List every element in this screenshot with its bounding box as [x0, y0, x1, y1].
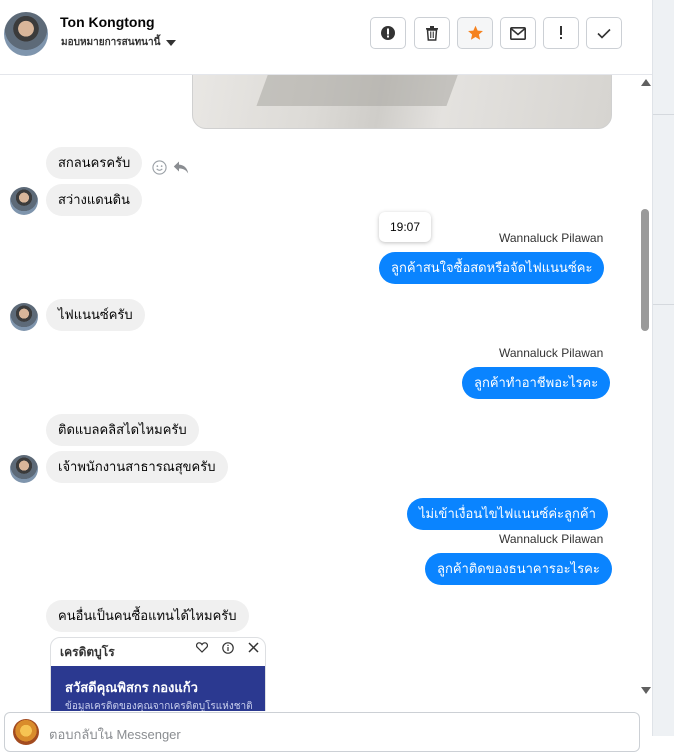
outgoing-message[interactable]: ไม่เข้าเงื่อนไขไฟแนนซ์ค่ะลูกค้า — [407, 498, 608, 530]
assign-conversation-dropdown[interactable]: มอบหมายการสนทนานี้ — [61, 35, 177, 50]
shared-photo[interactable] — [192, 75, 612, 129]
thread-scrollbar[interactable] — [638, 75, 652, 711]
outgoing-message[interactable]: ลูกค้าติดของธนาคารอะไรคะ — [425, 553, 612, 585]
smiley-icon[interactable] — [152, 160, 167, 175]
heart-icon[interactable] — [196, 642, 208, 653]
sender-name: Wannaluck Pilawan — [499, 346, 604, 360]
message-thread[interactable]: สกลนครครับ สว่างแดนดิน 19:07 Wannaluck P… — [0, 75, 652, 711]
card-banner-subtitle: ข้อมูลเครดิตของคุณจากเครดิตบูโรแห่งชาติ — [65, 701, 253, 711]
shared-link-card[interactable]: เครดิตบูโร สวัสดีคุณพิสกร กองแก้ว ข้อมูล… — [50, 637, 266, 711]
incoming-message[interactable]: เจ้าพนักงานสาธารณสุขครับ — [46, 451, 228, 483]
side-panel-edge — [652, 0, 674, 736]
incoming-message[interactable]: ติดแบลคลิสไดไหมครับ — [46, 414, 199, 446]
reply-input[interactable] — [47, 721, 611, 747]
incoming-message[interactable]: สว่างแดนดิน — [46, 184, 142, 216]
assign-conversation-label: มอบหมายการสนทนานี้ — [61, 37, 161, 48]
mail-icon — [510, 26, 526, 40]
scroll-up-arrow-icon[interactable] — [641, 79, 651, 86]
trash-icon — [426, 26, 438, 41]
close-icon[interactable] — [248, 642, 259, 653]
incoming-message[interactable]: คนอื่นเป็นคนซื้อแทนได้ไหมครับ — [46, 600, 249, 632]
message-composer — [4, 712, 640, 752]
exclamation-icon — [560, 26, 562, 39]
star-button[interactable] — [457, 17, 493, 49]
contact-avatar-small[interactable] — [10, 303, 38, 331]
star-icon — [467, 25, 483, 40]
conversation-header: Ton Kongtong มอบหมายการสนทนานี้ — [0, 0, 652, 75]
contact-avatar-small[interactable] — [10, 455, 38, 483]
card-banner: สวัสดีคุณพิสกร กองแก้ว ข้อมูลเครดิตของคุ… — [51, 666, 265, 711]
scroll-down-arrow-icon[interactable] — [641, 687, 651, 694]
card-banner-title: สวัสดีคุณพิสกร กองแก้ว — [65, 680, 198, 695]
message-actions — [152, 160, 189, 175]
sender-name: Wannaluck Pilawan — [499, 231, 604, 245]
incoming-message[interactable]: สกลนครครับ — [46, 147, 143, 179]
alert-circle-icon — [381, 26, 395, 40]
mark-spam-button[interactable] — [370, 17, 406, 49]
contact-avatar[interactable] — [4, 12, 48, 56]
outgoing-message[interactable]: ลูกค้าสนใจซื้อสดหรือจัดไฟแนนซ์คะ — [379, 252, 605, 284]
outgoing-message[interactable]: ลูกค้าทำอาชีพอะไรคะ — [462, 367, 611, 399]
caret-down-icon — [166, 39, 177, 46]
mark-done-button[interactable] — [586, 17, 622, 49]
timestamp-tooltip: 19:07 — [379, 212, 431, 242]
contact-name[interactable]: Ton Kongtong — [60, 14, 155, 30]
sender-name: Wannaluck Pilawan — [499, 532, 604, 546]
info-icon[interactable] — [222, 642, 234, 654]
mark-unread-button[interactable] — [500, 17, 536, 49]
reply-icon[interactable] — [173, 161, 189, 174]
contact-avatar-small[interactable] — [10, 187, 38, 215]
incoming-message[interactable]: ไฟแนนซ์ครับ — [46, 299, 145, 331]
scrollbar-thumb[interactable] — [641, 209, 649, 331]
card-title: เครดิตบูโร — [60, 645, 115, 659]
follow-up-button[interactable] — [543, 17, 579, 49]
page-avatar — [13, 719, 39, 745]
check-icon — [597, 28, 611, 39]
delete-button[interactable] — [414, 17, 450, 49]
